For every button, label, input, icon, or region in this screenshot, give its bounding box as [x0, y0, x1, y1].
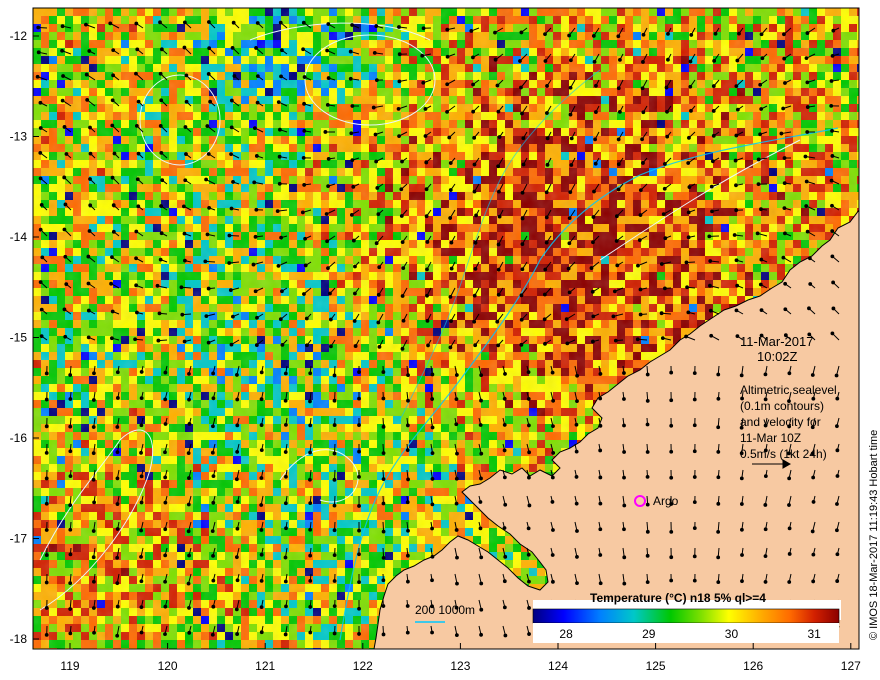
map-date: 11-Mar-2017 [740, 334, 813, 349]
lon-tick-label: 127 [841, 659, 861, 673]
sst-map-figure: Argo 11-Mar-2017 10:02Z Altimetric seale… [10, 7, 880, 673]
lon-tick-label: 124 [548, 659, 568, 673]
argo-label: Argo [653, 494, 679, 508]
colorbar-tick-label: 30 [725, 627, 739, 641]
lat-tick-label: -13 [10, 130, 28, 144]
lon-tick-label: 125 [646, 659, 666, 673]
lat-tick-label: -16 [10, 431, 28, 445]
lat-tick-label: -17 [10, 532, 28, 546]
colorbar-ramp [532, 608, 840, 624]
lat-tick-label: -15 [10, 331, 28, 345]
map-time: 10:02Z [757, 349, 798, 364]
lon-tick-label: 121 [255, 659, 275, 673]
lon-tick-label: 120 [158, 659, 178, 673]
lat-tick-label: -12 [10, 29, 28, 43]
colorbar-tick-label: 31 [808, 627, 822, 641]
colorbar-tick-label: 29 [642, 627, 656, 641]
lon-tick-label: 119 [60, 659, 79, 673]
colorbar-title: Temperature (°C) n18 5% ql>=4 [590, 591, 766, 605]
lon-tick-label: 123 [450, 659, 470, 673]
lon-tick-label: 126 [743, 659, 763, 673]
lon-tick-label: 122 [353, 659, 373, 673]
colorbar-tick-label: 28 [559, 627, 573, 641]
imos-credit: © IMOS 18-Mar-2017 11:19:43 Hobart time [868, 430, 880, 640]
lat-tick-label: -18 [10, 632, 28, 646]
lat-tick-label: -14 [10, 230, 28, 244]
